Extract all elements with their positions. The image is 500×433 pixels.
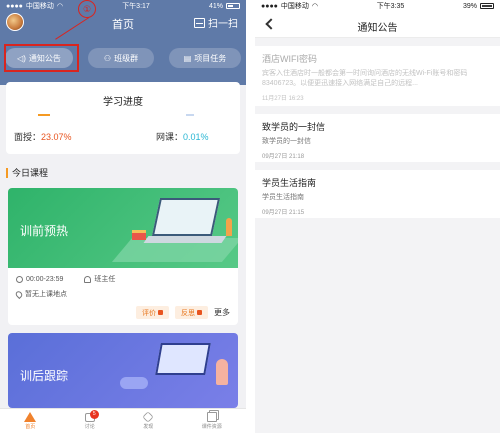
course-banner: 训前预热 [8,188,238,268]
notice-time: 09月27日 21:18 [262,154,305,160]
user-icon [84,275,92,283]
notice-screen: ●●●● 中国移动 ◠ 下午3:35 39% 通知公告 酒店WIFI密码 宾客入住酒… [255,0,500,433]
person-illustration [216,359,228,385]
home-header: ●●●● 中国移动 ◠ 下午3:17 41% 首页 扫一扫 ◁) 通知公告 ⚇ 班级… [0,0,246,85]
course-name: 训后跟踪 [20,369,69,383]
home-icon [24,412,37,422]
course-name: 训前预热 [20,224,69,238]
status-time: 下午3:17 [122,3,150,10]
class-group-label: 班级群 [114,53,139,63]
notice-desc: 学员生活指南 [262,194,304,201]
online-progress-bar [186,114,194,116]
section-marker [6,167,8,178]
wifi-icon: ◠ [56,3,64,10]
progress-card[interactable]: 学习进度 面授：23.07% 网课：0.01% [6,82,240,154]
course-actions: 评价 反思 更多 [136,306,230,319]
board-illustration [155,343,211,375]
location-icon [14,289,24,299]
feedback-button[interactable]: 反思 [175,306,208,319]
notice-desc: 宾客入住酒店时一般都会第一时间询问酒店的无线Wi-Fi账号和密码83406723… [262,70,468,87]
tab-discussion[interactable]: 5 讨论 [84,409,99,430]
face-stat: 面授：23.07% [14,130,72,143]
notice-item[interactable]: 酒店WIFI密码 宾客入住酒店时一般都会第一时间询问酒店的无线Wi-Fi账号和密… [255,46,500,106]
project-task-label: 项目任务 [194,53,227,63]
scan-button[interactable]: 扫一扫 [194,15,238,30]
course-teacher: 班主任 [94,276,116,283]
course-banner: 训后跟踪 [8,333,238,408]
resources-icon [206,412,217,422]
notice-desc: 致学员的一封信 [262,138,311,145]
section-header: 今日课程 [6,166,48,179]
divider [246,0,255,433]
tab-bar: 首页 5 讨论 发现 课件资源 [0,408,246,433]
course-card-pre[interactable]: 训前预热 00:00-23:59 班主任 暂无上课地点 评价 反思 更多 [8,188,238,325]
lock-icon [158,310,163,315]
battery-icon [225,3,240,9]
progress-title: 学习进度 [103,97,143,108]
face-progress-bar [38,114,50,116]
course-card-post[interactable]: 训后跟踪 [8,333,238,408]
section-title: 今日课程 [12,168,49,178]
books-illustration [132,230,146,240]
course-location: 暂无上课地点 [25,291,67,298]
tab-resources[interactable]: 课件资源 [202,412,222,430]
notice-item[interactable]: 致学员的一封信 致学员的一封信 09月27日 21:18 [255,114,500,162]
class-group-button[interactable]: ⚇ 班级群 [88,48,154,68]
rate-button[interactable]: 评价 [136,306,169,319]
project-task-button[interactable]: ▤ 项目任务 [169,48,241,68]
online-stat: 网课：0.01% [156,130,209,143]
notice-title: 致学员的一封信 [262,122,326,132]
lock-icon [197,310,202,315]
signal-icon: ●●●● [6,2,23,10]
course-info: 00:00-23:59 班主任 暂无上课地点 [8,268,238,299]
laptop-illustration [151,198,221,236]
battery-percent: 41% [208,2,223,10]
highlight-box [4,44,79,72]
carrier-name: 中国移动 [280,3,309,10]
status-bar: ●●●● 中国移动 ◠ 下午3:17 41% [0,0,246,12]
status-bar: ●●●● 中国移动 ◠ 下午3:35 39% [255,0,500,12]
page-title: 通知公告 [357,23,398,34]
task-icon: ▤ [183,53,192,63]
face-value: 23.07% [41,132,72,142]
notice-time: 09月27日 21:15 [262,210,305,216]
battery-icon [479,3,494,9]
tab-home[interactable]: 首页 [24,412,37,430]
annotation-marker: ① [78,0,96,18]
notice-title: 学员生活指南 [262,178,317,188]
tab-discover[interactable]: 发现 [142,411,154,430]
home-screen: ●●●● 中国移动 ◠ 下午3:17 41% 首页 扫一扫 ◁) 通知公告 ⚇ 班级… [0,0,246,433]
face-label: 面授： [14,132,42,142]
status-time: 下午3:35 [376,3,405,10]
scan-label: 扫一扫 [208,19,238,30]
notice-time: 11月27日 16:23 [262,96,304,102]
clock-icon [16,275,23,283]
carrier-name: 中国移动 [25,3,54,10]
course-time: 00:00-23:59 [26,275,64,283]
discover-icon [142,411,154,423]
notice-item[interactable]: 学员生活指南 学员生活指南 09月27日 21:15 [255,170,500,218]
more-link[interactable]: 更多 [214,307,230,318]
scan-icon [194,17,205,28]
notice-title: 酒店WIFI密码 [262,54,317,64]
unread-badge: 5 [89,409,99,419]
wifi-icon: ◠ [311,3,319,10]
signal-icon: ●●●● [261,2,278,10]
online-value: 0.01% [183,132,209,142]
battery-percent: 39% [462,2,477,10]
nav-bar: 通知公告 [255,12,500,38]
online-label: 网课： [156,132,184,142]
group-icon: ⚇ [103,53,112,63]
